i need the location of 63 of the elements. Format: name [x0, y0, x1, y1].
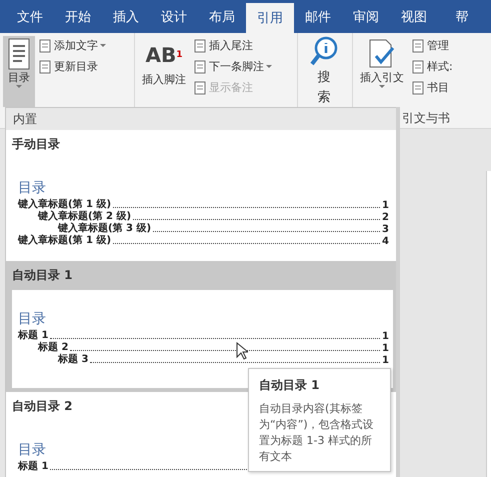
ribbon-tab[interactable]: 视图 [390, 0, 438, 33]
page-number: 2 [382, 212, 389, 223]
toc-entry-text: 键入章标题(第 1 级) [18, 197, 112, 210]
ribbon-button[interactable]: 目录 [3, 36, 35, 107]
ribbon-tab[interactable]: 邮件 [294, 0, 342, 33]
pointer-icon [236, 342, 248, 360]
page-icon [38, 60, 52, 74]
tooltip-title: 自动目录 1 [259, 377, 321, 394]
toc-entry-text: 键入章标题(第 2 级) [38, 209, 132, 222]
ribbon-button[interactable]: 更新目录 [38, 58, 106, 75]
page-number: 3 [382, 224, 389, 235]
gallery-item-title: 手动目录 [12, 136, 60, 153]
page-number: 1 [382, 331, 389, 342]
page-icon [193, 60, 207, 74]
search-icon [309, 36, 339, 68]
page-icon [38, 38, 52, 52]
toc-entry-text: 标题 2 [38, 340, 68, 354]
page-number: 1 [382, 355, 389, 366]
search-button[interactable]: 搜索 [301, 36, 347, 108]
preview-heading: 目录 [18, 310, 46, 328]
caret-icon [266, 65, 272, 68]
ribbon-button[interactable]: AB$^{1}$ 插入脚注 [138, 36, 190, 107]
page-number: 4 [382, 236, 389, 247]
toc-entry-text: 标题 3 [58, 352, 88, 366]
preview-heading: 目录 [18, 441, 46, 459]
ribbon-tab[interactable]: 审阅 [342, 0, 390, 33]
citation-icon [367, 38, 397, 70]
gallery-item-title: 自动目录 1 [12, 267, 73, 284]
ribbon-tab[interactable]: 布局 [198, 0, 246, 33]
page-icon [411, 80, 425, 94]
ribbon-button[interactable]: 添加文字 [38, 37, 106, 54]
ribbon-tab[interactable]: 文件 [6, 0, 54, 33]
tooltip-text: 自动目录内容(其标签为“内容”)，包含格式设置为标题 1-3 样式的所有文本 [259, 401, 375, 465]
page-number: 1 [382, 200, 389, 211]
ribbon-tab[interactable]: 插入 [102, 0, 150, 33]
page-icon [193, 80, 207, 94]
footnote-icon: AB$^{1}$ [146, 38, 182, 72]
toc-entry-text: 键入章标题(第 1 级) [18, 233, 112, 247]
ribbon-button[interactable]: 书目 [411, 79, 453, 96]
ribbon-button[interactable]: 插入引文 [356, 36, 408, 107]
caret-icon [16, 85, 22, 88]
toc-entry-text: 键入章标题(第 3 级) [58, 221, 152, 234]
gallery-item-title: 自动目录 2 [12, 398, 73, 415]
ribbon-tab[interactable]: 开始 [54, 0, 102, 33]
ribbon-button[interactable]: 下一条脚注 [193, 58, 272, 75]
ribbon-tab[interactable]: 帮 [438, 0, 486, 33]
ribbon-tab[interactable]: 设计 [150, 0, 198, 33]
page-icon [193, 38, 207, 52]
menu-header: 内置 [6, 108, 399, 130]
page-icon [411, 60, 425, 74]
toc-entry-text: 标题 1 [18, 460, 48, 473]
document-icon [7, 38, 31, 70]
caret-icon [379, 85, 385, 88]
page-icon [411, 38, 425, 52]
caret-icon [100, 44, 106, 47]
ribbon-tab[interactable]: 引用 [246, 3, 294, 33]
group-label: 引文与书 [401, 110, 451, 127]
toc-entry-text: 标题 1 [18, 328, 48, 342]
preview-heading: 目录 [18, 179, 46, 197]
ribbon-button[interactable]: 样式: [411, 58, 453, 75]
page-number: 1 [382, 343, 389, 354]
ribbon-button[interactable]: 插入尾注 [193, 37, 272, 54]
ribbon-button[interactable]: 管理 [411, 37, 453, 54]
